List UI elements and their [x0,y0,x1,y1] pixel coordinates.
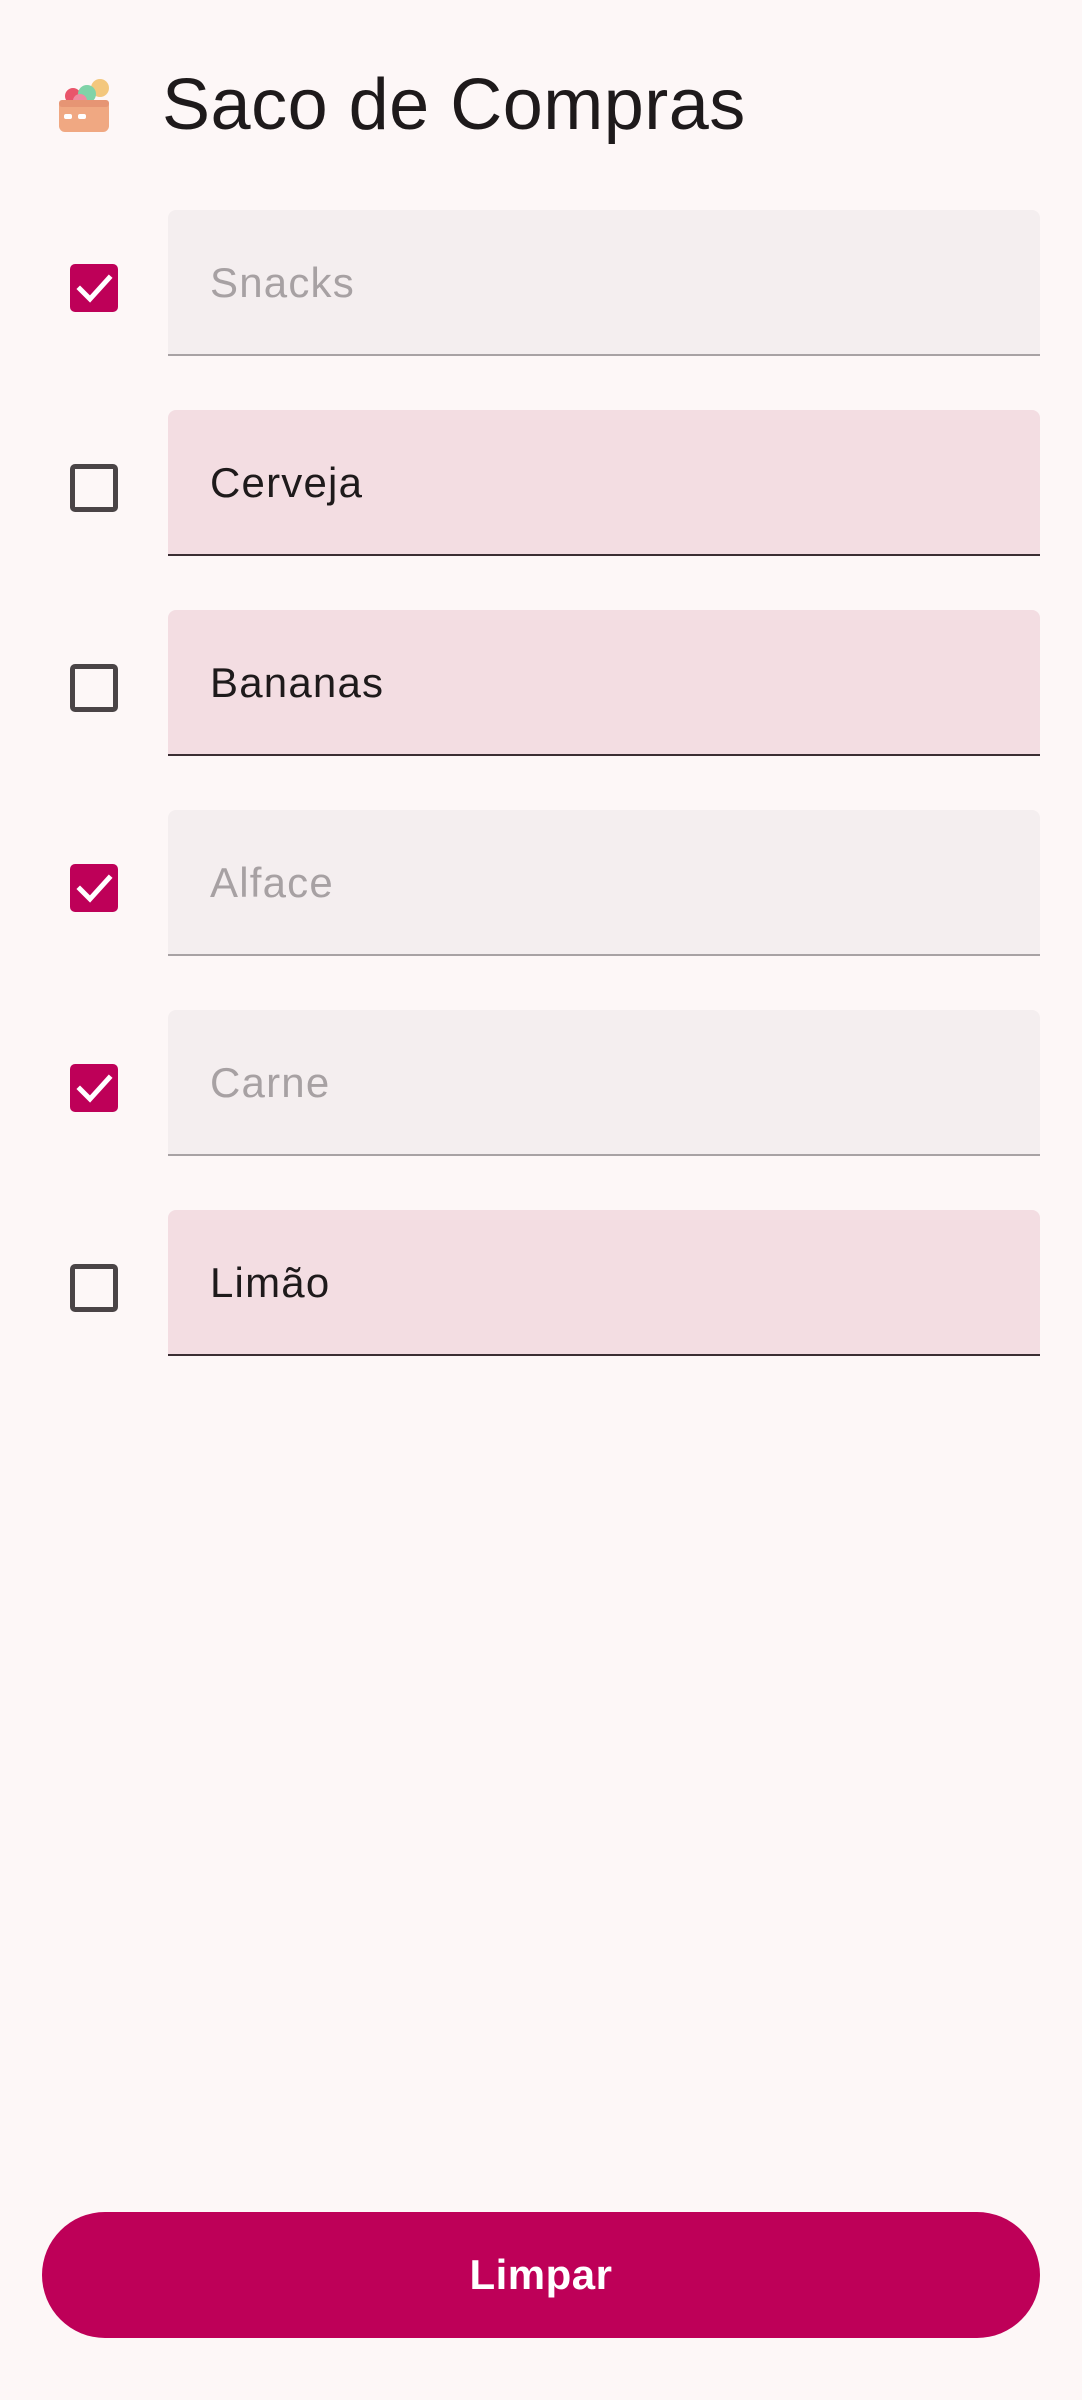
check-icon [76,274,113,303]
clear-button[interactable]: Limpar [42,2212,1040,2338]
item-text-field[interactable]: Bananas [168,610,1040,756]
item-name: Alface [210,859,334,906]
item-text-field[interactable]: Cerveja [168,410,1040,556]
shopping-bag-groceries-icon [59,79,109,132]
item-checkbox[interactable] [70,464,118,512]
item-checkbox[interactable] [70,864,118,912]
item-checkbox[interactable] [70,1264,118,1312]
check-icon [76,1074,113,1103]
page-title: Saco de Compras [162,65,746,145]
item-checkbox[interactable] [70,264,118,312]
item-text-field[interactable]: Limão [168,1210,1040,1356]
item-text-field[interactable]: Carne [168,1010,1040,1156]
item-text-field[interactable]: Alface [168,810,1040,956]
list-item: Bananas [0,610,1082,756]
item-name: Snacks [210,259,355,306]
check-icon [76,874,113,903]
item-checkbox[interactable] [70,1064,118,1112]
item-checkbox[interactable] [70,664,118,712]
item-name: Carne [210,1059,331,1106]
item-name: Bananas [210,659,385,706]
app-bar: Saco de Compras [0,0,1082,210]
list-item: Alface [0,810,1082,956]
list-item: Snacks [0,210,1082,356]
list-item: Carne [0,1010,1082,1156]
item-name: Cerveja [210,459,364,506]
item-text-field[interactable]: Snacks [168,210,1040,356]
item-name: Limão [210,1259,331,1306]
list-item: Cerveja [0,410,1082,556]
list-item: Limão [0,1210,1082,1356]
